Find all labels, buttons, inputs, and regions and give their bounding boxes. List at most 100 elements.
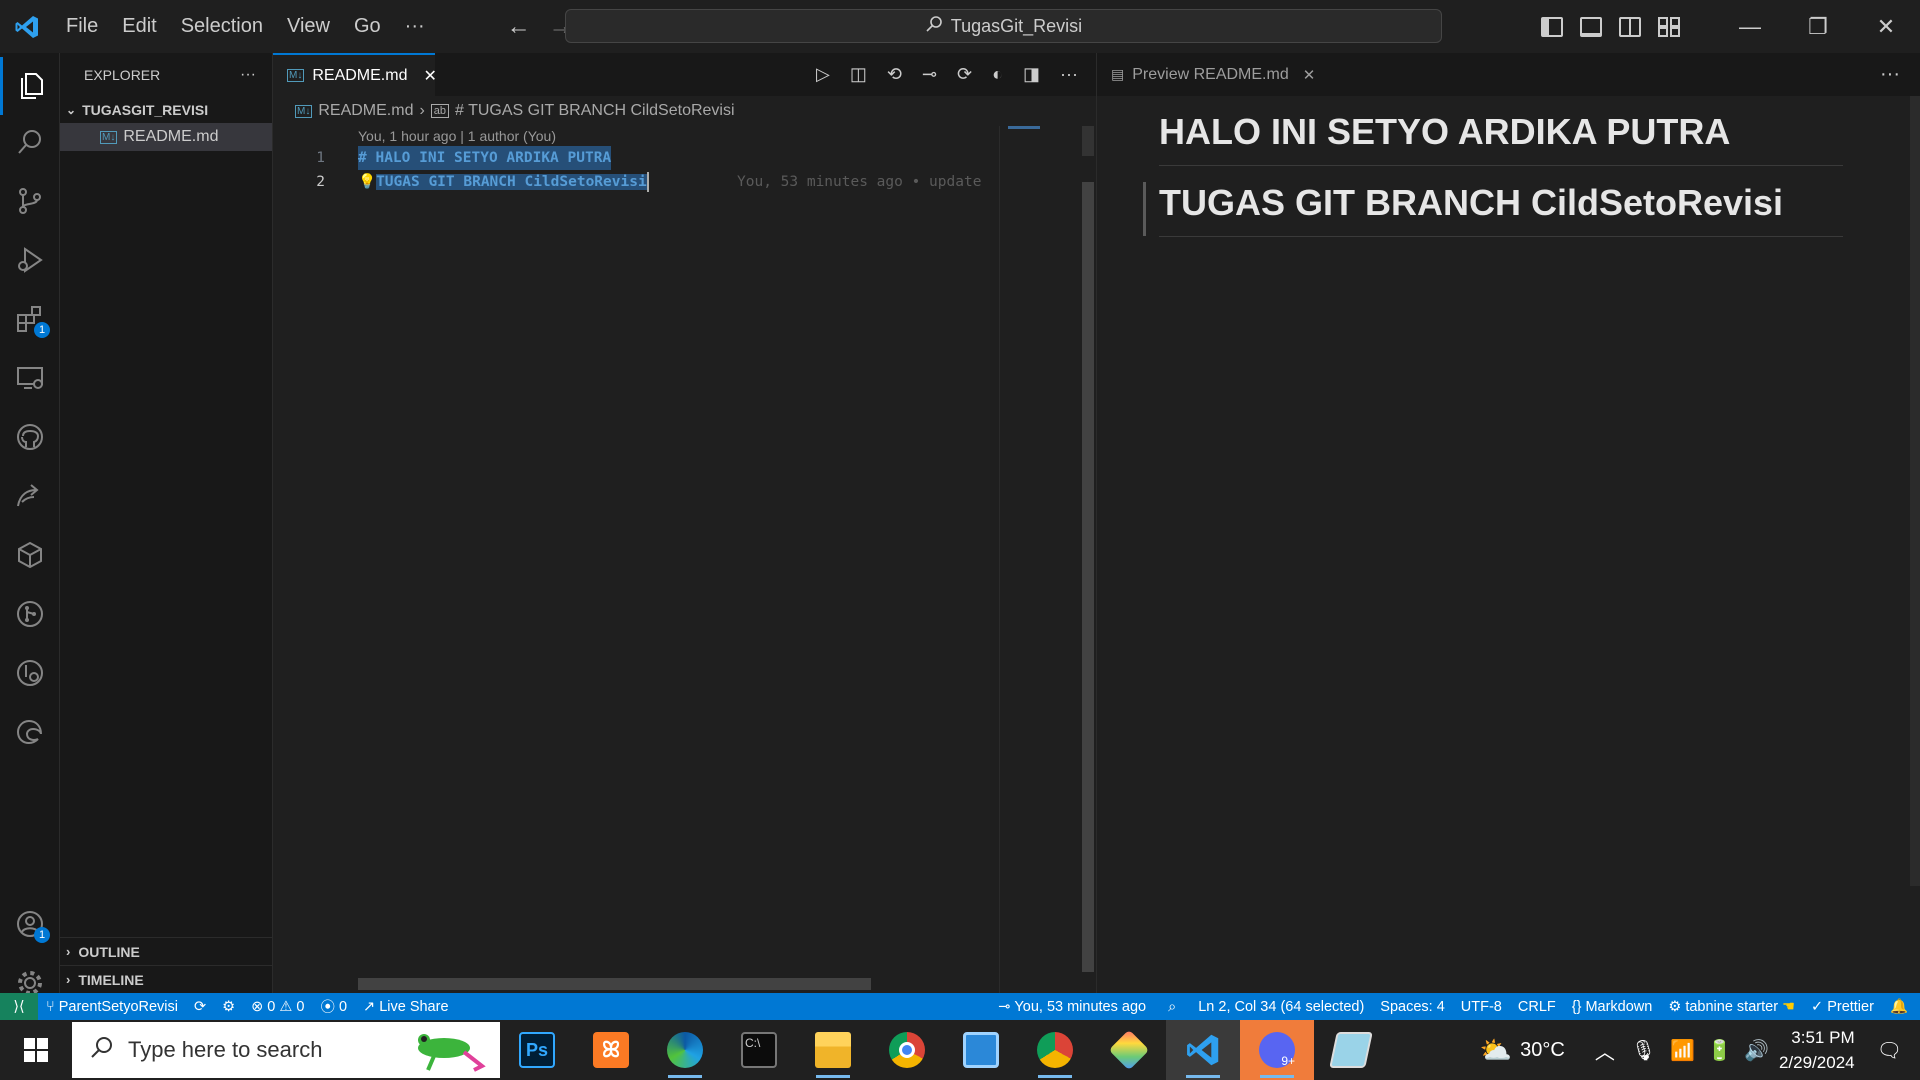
close-tab-icon[interactable]: ✕	[1303, 66, 1316, 84]
language-mode[interactable]: {} Markdown	[1564, 999, 1661, 1015]
notifications-bell-icon[interactable]: 🔔	[1882, 998, 1920, 1015]
chrome-app-icon[interactable]	[870, 1020, 944, 1080]
file-explorer-app-icon[interactable]	[796, 1020, 870, 1080]
weather-icon[interactable]: ⛅	[1480, 1035, 1512, 1066]
clock[interactable]: 3:51 PM 2/29/2024	[1769, 1025, 1869, 1075]
minimize-icon[interactable]: —	[1716, 0, 1784, 53]
gitlens-icon[interactable]	[0, 644, 60, 702]
prettier-status[interactable]: ✓ Prettier	[1803, 999, 1882, 1015]
xampp-app-icon[interactable]: ꕤ	[574, 1020, 648, 1080]
breadcrumb-symbol[interactable]: # TUGAS GIT BRANCH CildSetoRevisi	[455, 102, 734, 120]
sync-icon[interactable]: ⟳	[186, 999, 214, 1015]
preview-more-icon[interactable]: ···	[1880, 63, 1920, 86]
vertical-scrollbar[interactable]	[1079, 126, 1096, 993]
wifi-icon[interactable]: 📶	[1670, 1038, 1695, 1063]
line-ending[interactable]: CRLF	[1510, 999, 1564, 1015]
zoom-icon[interactable]: ⌕	[1154, 999, 1190, 1015]
editor-more-icon[interactable]: ···	[1060, 64, 1078, 85]
remote-indicator-icon[interactable]: ⟩⟨	[0, 993, 38, 1020]
explorer-icon[interactable]	[0, 57, 60, 115]
codelens-blame[interactable]: You, 1 hour ago | 1 author (You)	[273, 126, 1096, 146]
camera-app-icon[interactable]	[944, 1020, 1018, 1080]
git-next-change-icon[interactable]: ⟳	[957, 64, 972, 85]
tabnine-status[interactable]: ⚙ tabnine starter ☚	[1660, 999, 1803, 1015]
menu-file[interactable]: File	[54, 15, 110, 38]
notepad-app-icon[interactable]	[1314, 1020, 1388, 1080]
encoding[interactable]: UTF-8	[1453, 999, 1510, 1015]
lightbulb-icon[interactable]: 💡	[358, 174, 376, 190]
indentation[interactable]: Spaces: 4	[1372, 999, 1453, 1015]
git-graph-status-icon[interactable]: ⚙	[214, 999, 243, 1015]
search-sidebar-icon[interactable]	[0, 113, 60, 171]
vscode-logo-icon	[0, 0, 54, 53]
menu-view[interactable]: View	[275, 15, 342, 38]
breadcrumb-file[interactable]: README.md	[318, 102, 413, 120]
microphone-icon[interactable]: 🎙	[1631, 1038, 1656, 1063]
preview-selection-marker	[1143, 182, 1146, 236]
menu-go[interactable]: Go	[342, 15, 393, 38]
ports-status[interactable]: ⦿ 0	[312, 996, 355, 1017]
branch-status[interactable]: ⑂ ParentSetyoRevisi	[38, 999, 186, 1015]
chevron-up-icon[interactable]: ︿	[1595, 1036, 1615, 1065]
menu-edit[interactable]: Edit	[110, 15, 168, 38]
gitlens-blame-icon[interactable]: ◐	[992, 64, 1003, 85]
docker-cube-icon[interactable]	[0, 526, 60, 584]
explorer-more-button[interactable]: ···	[240, 66, 256, 84]
accounts-icon[interactable]: 1	[0, 895, 60, 953]
git-blame-status[interactable]: ⊸ You, 53 minutes ago	[990, 999, 1154, 1015]
split-editor-icon[interactable]: ◨	[1023, 64, 1040, 85]
source-control-icon[interactable]	[0, 172, 60, 230]
git-previous-change-icon[interactable]: ⟲	[887, 64, 902, 85]
outline-section[interactable]: › OUTLINE	[60, 937, 272, 965]
git-graph-icon[interactable]	[0, 585, 60, 643]
code-line-2[interactable]: 2 💡TUGAS GIT BRANCH CildSetoRevisi You, …	[273, 170, 1096, 194]
tab-preview-readme[interactable]: ▤ Preview README.md ✕	[1097, 53, 1330, 96]
cursor-position[interactable]: Ln 2, Col 34 (64 selected)	[1190, 999, 1372, 1015]
run-debug-icon[interactable]	[0, 231, 60, 289]
terminal-app-icon[interactable]: C:\	[722, 1020, 796, 1080]
edge-app-icon[interactable]	[648, 1020, 722, 1080]
live-share-icon[interactable]	[0, 467, 60, 525]
close-window-icon[interactable]: ✕	[1852, 0, 1920, 53]
tab-readme[interactable]: M↓ README.md ✕	[273, 53, 437, 96]
toggle-panel-icon[interactable]	[1580, 16, 1602, 37]
discord-app-icon[interactable]: 9+	[1240, 1020, 1314, 1080]
menu-more[interactable]: ···	[393, 15, 437, 38]
menu-selection[interactable]: Selection	[169, 15, 275, 38]
toggle-secondary-sidebar-icon[interactable]	[1619, 16, 1641, 37]
problems-status[interactable]: ⊗ 0 ⚠ 0	[243, 999, 312, 1015]
command-center[interactable]: TugasGit_Revisi	[565, 9, 1442, 43]
weather-temp[interactable]: 30°C	[1520, 1039, 1565, 1062]
battery-icon[interactable]: 🔋	[1707, 1038, 1732, 1063]
chrome-profile-app-icon[interactable]	[1018, 1020, 1092, 1080]
extensions-icon[interactable]: 1	[0, 290, 60, 348]
git-app-icon[interactable]	[1092, 1020, 1166, 1080]
windows-start-icon[interactable]	[0, 1020, 72, 1080]
inline-blame: You, 53 minutes ago • update	[737, 174, 982, 190]
horizontal-scrollbar[interactable]	[358, 978, 871, 990]
open-preview-side-icon[interactable]: ◫	[850, 64, 867, 85]
preview-scrollbar[interactable]	[1910, 96, 1920, 886]
taskbar-search[interactable]: Type here to search	[72, 1022, 500, 1078]
file-item-readme[interactable]: M↓ README.md	[60, 123, 272, 151]
notification-center-icon[interactable]: 🗨	[1877, 1038, 1902, 1063]
volume-icon[interactable]: 🔊	[1744, 1038, 1769, 1063]
minimap[interactable]	[999, 126, 1089, 993]
code-line-1[interactable]: 1 # HALO INI SETYO ARDIKA PUTRA	[273, 146, 1096, 170]
live-share-status[interactable]: ↗ Live Share	[355, 999, 456, 1015]
photoshop-app-icon[interactable]: Ps	[500, 1020, 574, 1080]
restore-icon[interactable]: ❐	[1784, 0, 1852, 53]
vscode-app-icon[interactable]	[1166, 1020, 1240, 1080]
github-icon[interactable]	[0, 408, 60, 466]
back-arrow-icon[interactable]: ←	[507, 13, 531, 41]
timeline-section[interactable]: › TIMELINE	[60, 965, 272, 993]
toggle-primary-sidebar-icon[interactable]	[1541, 16, 1563, 37]
scrollbar-thumb[interactable]	[1082, 182, 1094, 972]
remote-explorer-icon[interactable]	[0, 349, 60, 407]
edge-devtools-icon[interactable]	[0, 703, 60, 761]
run-icon[interactable]: ▷	[816, 64, 830, 85]
git-commit-icon[interactable]: ⊸	[922, 64, 937, 85]
close-tab-icon[interactable]: ✕	[423, 66, 436, 86]
customize-layout-icon[interactable]	[1658, 16, 1680, 37]
workspace-folder[interactable]: ⌄ TUGASGIT_REVISI	[60, 97, 272, 123]
